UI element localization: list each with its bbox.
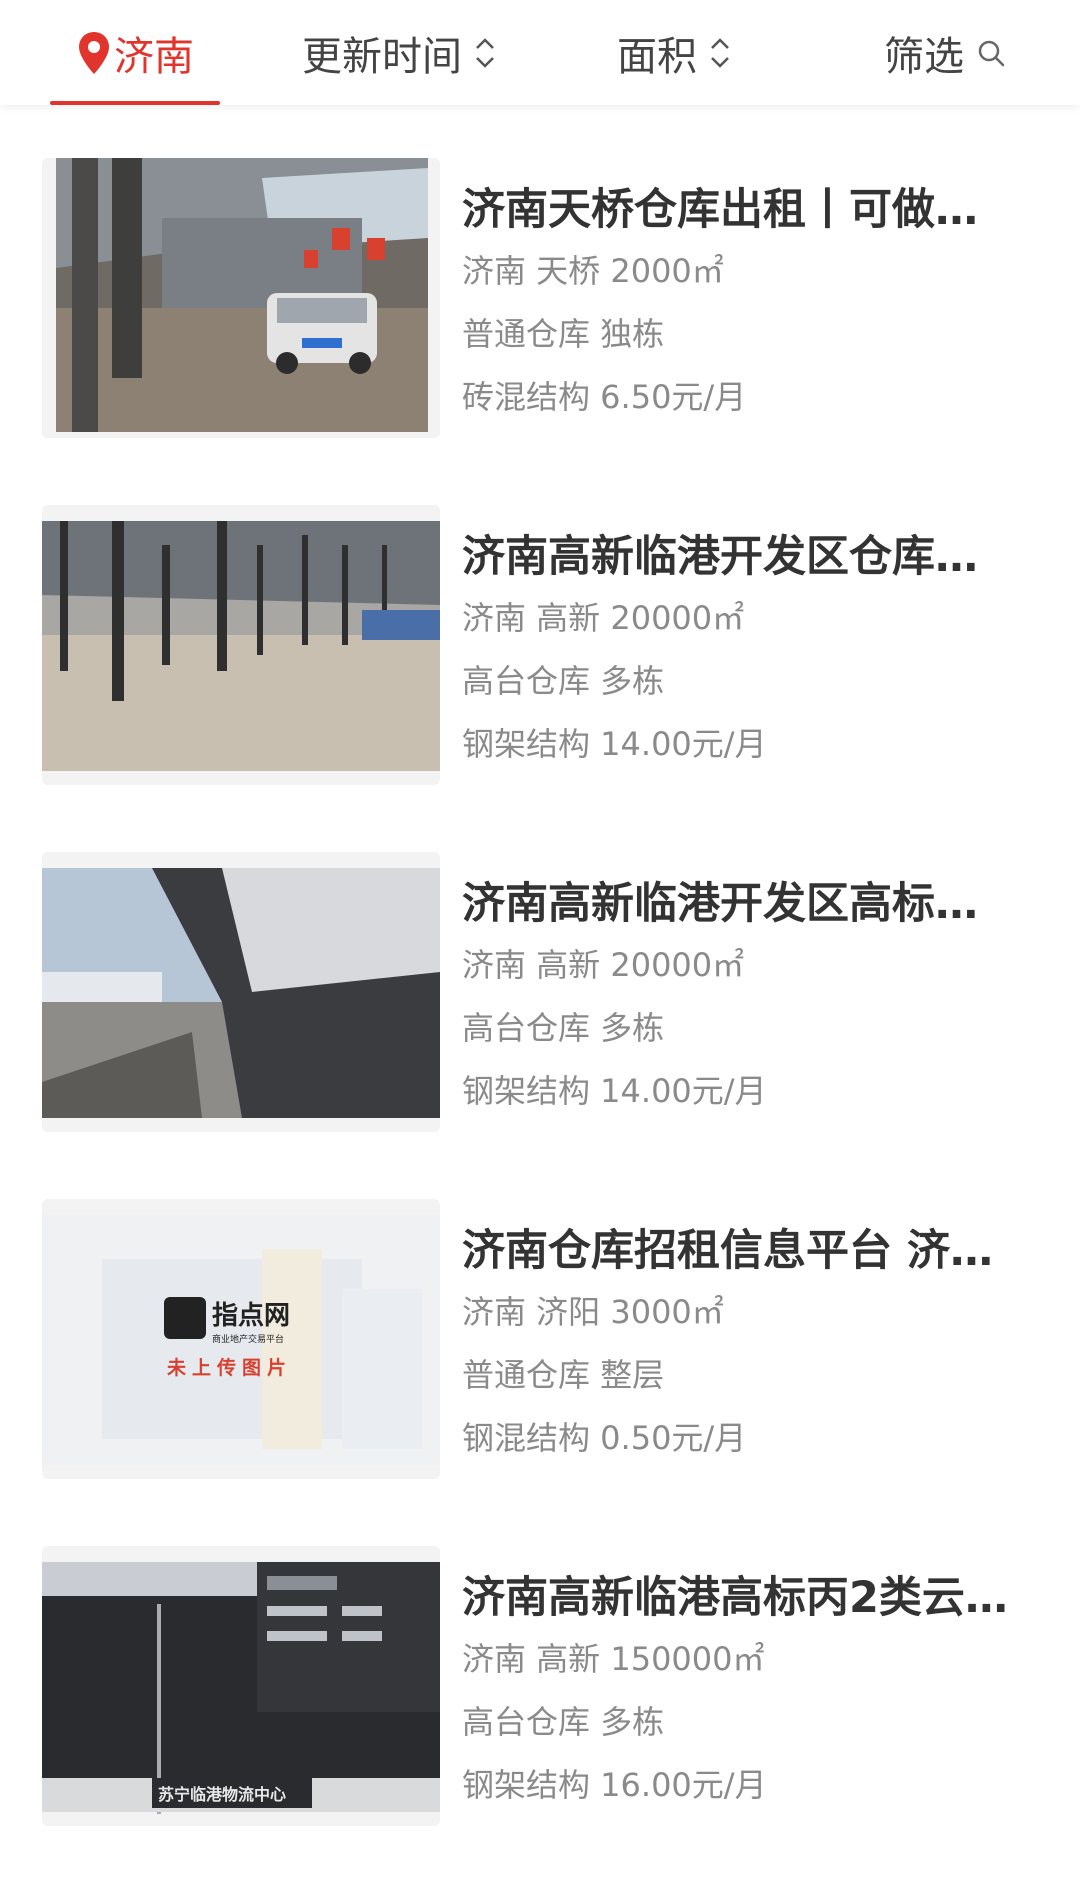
listing-thumbnail <box>42 158 440 438</box>
area-label: 面积 <box>617 33 697 80</box>
listing-card[interactable]: 济南高新临港开发区仓库… 济南 高新 20000㎡ 高台仓库 多栋 钢架结构 1… <box>42 505 1042 785</box>
building-sign-text: 苏宁临港物流中心 <box>158 1785 286 1804</box>
placeholder-subtitle-text: 商业地产交易平台 <box>212 1333 284 1345</box>
location-pin-icon <box>79 31 109 74</box>
listing-info: 济南仓库招租信息平台 济… 济南 济阳 3000㎡ 普通仓库 整层 钢混结构 0… <box>462 1199 1042 1470</box>
filter-label: 筛选 <box>884 33 964 80</box>
filter-bar: 济南 更新时间 面积 筛选 <box>0 0 1080 105</box>
city-label: 济南 <box>114 33 194 80</box>
filter-tab[interactable]: 筛选 <box>870 0 1020 105</box>
listing-thumbnail <box>42 505 440 785</box>
listing-title: 济南高新临港开发区高标… <box>462 879 978 929</box>
active-tab-indicator <box>50 101 220 105</box>
listing-thumbnail <box>42 852 440 1132</box>
listing-location: 济南 高新 150000㎡ <box>462 1640 765 1678</box>
listing-type: 高台仓库 多栋 <box>462 662 665 700</box>
listing-type: 普通仓库 独栋 <box>462 315 665 353</box>
listing-thumbnail-placeholder: 指点网 商业地产交易平台 未上传图片 <box>42 1199 440 1479</box>
listing-thumbnail: 苏宁临港物流中心 <box>42 1546 440 1826</box>
listing-location: 济南 天桥 2000㎡ <box>462 252 724 290</box>
listing-card[interactable]: 指点网 商业地产交易平台 未上传图片 济南仓库招租信息平台 济… 济南 济阳 3… <box>42 1199 1042 1479</box>
listing-type: 高台仓库 多栋 <box>462 1009 665 1047</box>
listing-type: 高台仓库 多栋 <box>462 1703 665 1741</box>
listing-price: 钢架结构 14.00元/月 <box>462 725 767 763</box>
listing-price: 钢架结构 16.00元/月 <box>462 1766 767 1804</box>
listing-price: 钢混结构 0.50元/月 <box>462 1419 747 1457</box>
listing-location: 济南 济阳 3000㎡ <box>462 1293 724 1331</box>
listing-card[interactable]: 济南天桥仓库出租丨可做… 济南 天桥 2000㎡ 普通仓库 独栋 砖混结构 6.… <box>42 158 1042 438</box>
search-icon <box>978 40 1005 66</box>
listing-type: 普通仓库 整层 <box>462 1356 665 1394</box>
update-time-label: 更新时间 <box>302 33 462 80</box>
listing-title: 济南高新临港开发区仓库… <box>462 532 978 582</box>
listing-info: 济南高新临港开发区高标… 济南 高新 20000㎡ 高台仓库 多栋 钢架结构 1… <box>462 852 1042 1123</box>
listing-card[interactable]: 苏宁临港物流中心 济南高新临港高标丙2类云… 济南 高新 150000㎡ 高台仓… <box>42 1546 1042 1826</box>
listing-price: 砖混结构 6.50元/月 <box>462 378 747 416</box>
listing-price: 钢架结构 14.00元/月 <box>462 1072 767 1110</box>
sort-area-tab[interactable]: 面积 <box>600 0 750 105</box>
city-tab[interactable]: 济南 <box>50 0 220 105</box>
listing-title: 济南高新临港高标丙2类云… <box>462 1573 1008 1623</box>
listing-title: 济南仓库招租信息平台 济… <box>462 1226 993 1276</box>
placeholder-logo-text: 指点网 <box>212 1300 290 1331</box>
listing-location: 济南 高新 20000㎡ <box>462 599 745 637</box>
placeholder-status-text: 未上传图片 <box>166 1356 292 1379</box>
listing-info: 济南高新临港高标丙2类云… 济南 高新 150000㎡ 高台仓库 多栋 钢架结构… <box>462 1546 1042 1817</box>
listing-card[interactable]: 济南高新临港开发区高标… 济南 高新 20000㎡ 高台仓库 多栋 钢架结构 1… <box>42 852 1042 1132</box>
listing-title: 济南天桥仓库出租丨可做… <box>462 185 978 235</box>
listing-info: 济南天桥仓库出租丨可做… 济南 天桥 2000㎡ 普通仓库 独栋 砖混结构 6.… <box>462 158 1042 429</box>
sort-arrows-icon <box>711 37 729 68</box>
listing-info: 济南高新临港开发区仓库… 济南 高新 20000㎡ 高台仓库 多栋 钢架结构 1… <box>462 505 1042 776</box>
sort-arrows-icon <box>476 37 494 68</box>
listing-location: 济南 高新 20000㎡ <box>462 946 745 984</box>
sort-update-time-tab[interactable]: 更新时间 <box>285 0 515 105</box>
